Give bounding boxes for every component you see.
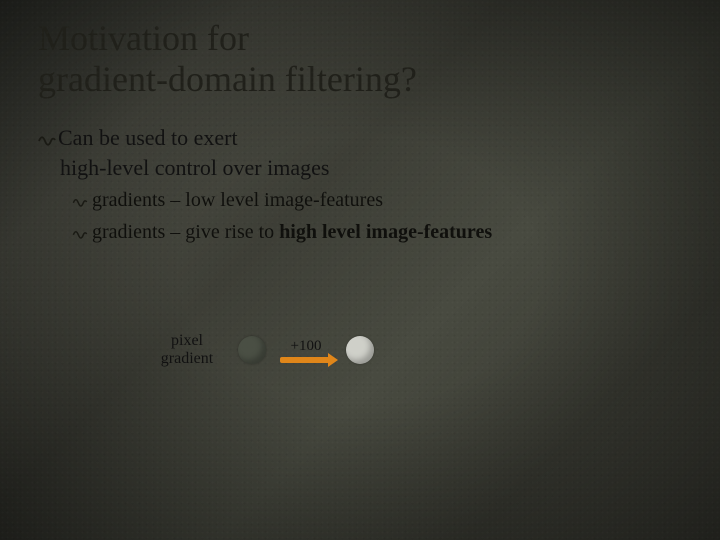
- sub-bullet-2: gradients – give rise to high level imag…: [72, 218, 682, 246]
- diagram-label-line1: pixel: [171, 332, 203, 349]
- sub-bullet-1-text: gradients – low level image-features: [92, 189, 383, 211]
- diagram-label-line2: gradient: [161, 350, 213, 367]
- pixel-gradient-diagram: pixel gradient +100: [150, 332, 374, 369]
- bullet-1: Can be used to exert high-level control …: [38, 123, 682, 183]
- sub-bullet-2-strong: high level image-features: [279, 221, 492, 243]
- squiggle-icon: [72, 218, 92, 246]
- slide: Motivation for gradient-domain filtering…: [0, 0, 720, 540]
- arrow-value: +100: [291, 338, 322, 355]
- arrow-icon: [280, 357, 332, 363]
- sub-bullet-2-pre: gradients – give rise to: [92, 221, 279, 243]
- bullet-1-line1: Can be used to exert: [58, 125, 238, 150]
- gradient-arrow: +100: [280, 338, 332, 363]
- diagram-label: pixel gradient: [150, 332, 224, 369]
- pixel-light-circle: [346, 336, 374, 364]
- squiggle-icon: [72, 186, 92, 214]
- slide-title: Motivation for gradient-domain filtering…: [38, 18, 558, 101]
- pixel-dark-circle: [238, 336, 266, 364]
- title-line-1: Motivation for: [38, 18, 249, 58]
- bullet-1-line2: high-level control over images: [60, 153, 682, 183]
- squiggle-icon: [38, 126, 58, 153]
- sub-bullet-1: gradients – low level image-features: [72, 186, 682, 214]
- title-line-2: gradient-domain filtering?: [38, 59, 417, 99]
